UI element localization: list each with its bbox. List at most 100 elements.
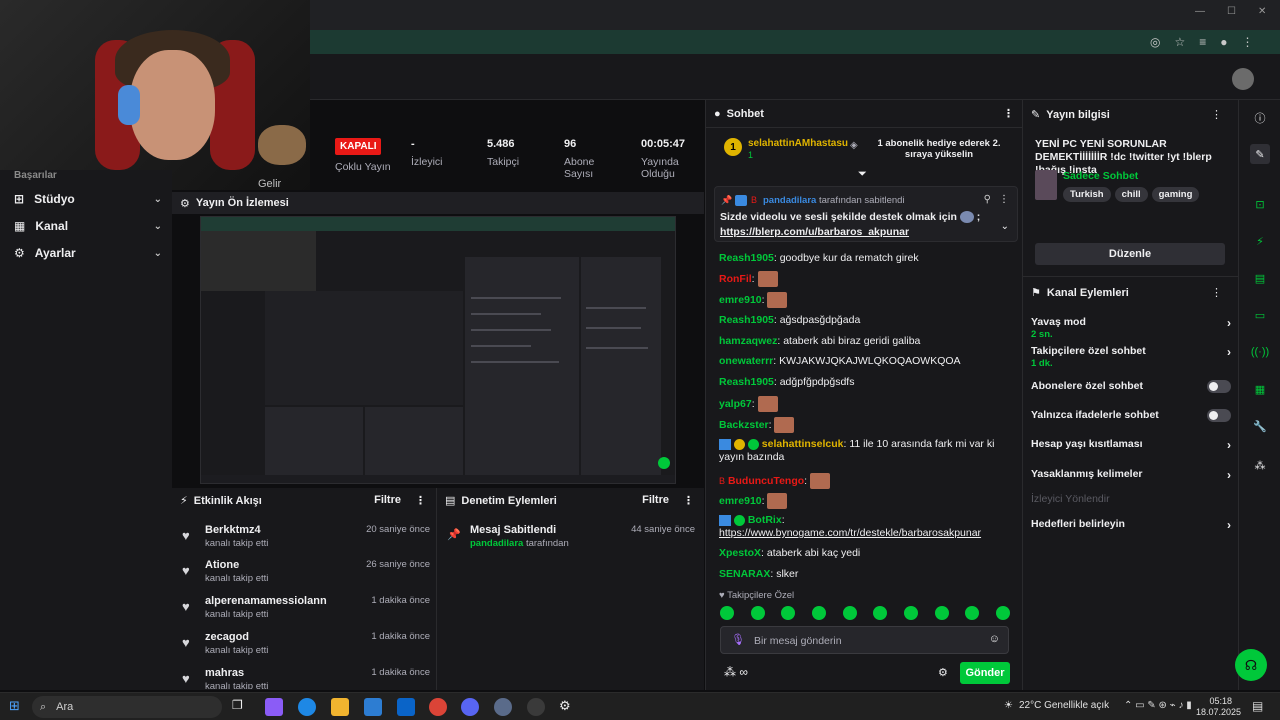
taskbar-search[interactable]: ⌕ Ara <box>32 696 222 718</box>
chat-username[interactable]: XpestoX <box>719 547 761 559</box>
kebab-menu-icon[interactable]: ⋮ <box>683 494 694 507</box>
lightning-icon[interactable]: ⚡ <box>1250 231 1270 251</box>
chat-link[interactable]: https://www.bynogame.com/tr/destekle/bar… <box>719 527 981 539</box>
copilot-icon[interactable] <box>265 698 283 716</box>
emote-icon[interactable] <box>903 606 918 620</box>
follower-name[interactable]: alperenamamessiolann <box>205 595 327 607</box>
sidebar-item-settings[interactable]: ⚙ Ayarlar ⌄ <box>14 246 162 260</box>
taskbar-weather[interactable]: ☀ 22°C Genellikle açık <box>1004 700 1109 711</box>
folder-icon[interactable] <box>331 698 349 716</box>
microphone-icon[interactable]: 🎙 <box>731 633 745 646</box>
chat-username[interactable]: selahattinselcuk <box>762 438 844 450</box>
sidebar-item-studio[interactable]: ⊞ Stüdyo ⌄ <box>14 192 162 206</box>
sidebar-item-partial[interactable]: Başarılar <box>14 170 162 181</box>
windows-start-icon[interactable]: ⊞ <box>9 698 20 714</box>
minimize-icon[interactable]: — <box>1195 6 1205 17</box>
tag[interactable]: Turkish <box>1063 187 1111 202</box>
collapse-icon[interactable]: ⏷ <box>858 168 867 181</box>
chat-username[interactable]: Backzster <box>719 419 769 431</box>
mod-user[interactable]: pandadilara <box>470 538 523 549</box>
gear-icon[interactable]: ⚙ <box>559 698 577 716</box>
kebab-menu-icon[interactable]: ⋮ <box>1211 108 1222 121</box>
gift-leaderboard[interactable]: 1 selahattinAMhastasu 1 ◈ 1 abonelik hed… <box>716 132 1016 166</box>
address-bar[interactable] <box>310 30 1280 54</box>
follower-name[interactable]: mahras <box>205 667 244 679</box>
follower-name[interactable]: Berkktmz4 <box>205 524 261 536</box>
sidebar-item-channel[interactable]: ▦ Kanal ⌄ <box>14 219 162 233</box>
document-icon[interactable]: ▤ <box>1250 268 1270 288</box>
banned-words-row[interactable]: Yasaklanmış kelimeler › <box>1031 468 1231 482</box>
outlook-icon[interactable] <box>397 698 415 716</box>
layout-icon[interactable]: ▦ <box>1250 379 1270 399</box>
emote-icon[interactable] <box>873 606 888 620</box>
pin-user[interactable]: pandadilara <box>763 195 816 206</box>
gift-user[interactable]: selahattinAMhastasu <box>748 138 848 149</box>
target-icon[interactable]: ⊡ <box>1250 194 1270 214</box>
account-age-row[interactable]: Hesap yaşı kısıtlaması › <box>1031 438 1231 452</box>
stream-preview[interactable] <box>200 216 676 484</box>
followers-chat-row[interactable]: Takipçilere özel sohbet 1 dk. › <box>1031 345 1231 369</box>
kebab-menu-icon[interactable]: ⋮ <box>1211 286 1222 299</box>
chat-username[interactable]: Reash1905 <box>719 314 774 326</box>
emote-icon[interactable] <box>934 606 949 620</box>
chat-input[interactable]: 🎙 Bir mesaj gönderin ☺ <box>720 626 1009 654</box>
maximize-icon[interactable]: ☐ <box>1227 6 1236 17</box>
pencil-icon[interactable]: ✎ <box>1250 144 1270 164</box>
chat-username[interactable]: SENARAX <box>719 568 770 580</box>
filter-button[interactable]: Filtre <box>642 494 669 507</box>
kebab-menu-icon[interactable]: ⋮ <box>415 494 426 507</box>
eye-off-icon[interactable]: ◎ <box>1150 35 1160 49</box>
emote-icon[interactable] <box>811 606 826 620</box>
send-button[interactable]: Gönder <box>960 662 1010 684</box>
wrench-icon[interactable]: 🔧 <box>1250 416 1270 436</box>
emote-chat-toggle[interactable] <box>1207 409 1231 422</box>
chat-username[interactable]: yalp67 <box>719 398 752 410</box>
chat-username[interactable]: Reash1905 <box>719 376 774 388</box>
emoji-icon[interactable]: ⁂ <box>1250 455 1270 475</box>
help-button[interactable]: ☊ <box>1235 649 1267 681</box>
broadcast-icon[interactable]: ((·)) <box>1250 342 1270 362</box>
emoji-icon[interactable]: ☺ <box>989 633 1000 645</box>
task-view-icon[interactable]: ❐ <box>232 698 250 716</box>
chat-username[interactable]: BuduncuTengo <box>728 475 804 487</box>
notification-icon[interactable]: ▤ <box>1252 699 1263 713</box>
follower-name[interactable]: Atione <box>205 559 239 571</box>
goals-row[interactable]: Hedefleri belirleyin › <box>1031 518 1231 532</box>
tag[interactable]: gaming <box>1151 187 1200 202</box>
system-tray-icons[interactable]: ⌃ ▭ ✎ ⊛ ⌁ ♪ ▮ <box>1124 700 1192 711</box>
chat-username[interactable]: onewaterrr <box>719 355 773 367</box>
obs-icon[interactable] <box>527 698 545 716</box>
close-icon[interactable]: ✕ <box>1258 6 1266 17</box>
discord-icon[interactable] <box>461 698 479 716</box>
gear-icon[interactable]: ⚙ <box>938 666 948 679</box>
emote-icon[interactable] <box>995 606 1010 620</box>
avatar[interactable] <box>1232 68 1254 90</box>
chat-bubble-icon[interactable]: ▭ <box>1250 305 1270 325</box>
emote-icon[interactable] <box>781 606 796 620</box>
unpin-icon[interactable]: ⚲ <box>984 194 991 205</box>
emote-icon[interactable] <box>750 606 765 620</box>
category-link[interactable]: Sadece Sohbet <box>1063 170 1138 182</box>
infinity-icon[interactable]: ⁂ ∞ <box>724 665 748 679</box>
kebab-menu-icon[interactable]: ⋮ <box>999 194 1009 205</box>
chat-username[interactable]: hamzaqwez <box>719 335 777 347</box>
tag[interactable]: chill <box>1114 187 1148 202</box>
edge-icon[interactable] <box>298 698 316 716</box>
chat-username[interactable]: BotRix <box>748 514 782 526</box>
taskbar-clock[interactable]: 05:18 18.07.2025 <box>1196 696 1241 718</box>
app-icon[interactable] <box>494 698 512 716</box>
chrome-icon[interactable] <box>429 698 447 716</box>
store-icon[interactable] <box>364 698 382 716</box>
chat-username[interactable]: emre910 <box>719 495 762 507</box>
subs-chat-toggle[interactable] <box>1207 380 1231 393</box>
info-icon[interactable]: ⓘ <box>1250 108 1270 128</box>
kebab-menu-icon[interactable]: ⋮ <box>1242 35 1254 49</box>
edit-button[interactable]: Düzenle <box>1035 243 1225 265</box>
chat-username[interactable]: emre910 <box>719 294 762 306</box>
playlist-icon[interactable]: ≡ <box>1199 35 1206 49</box>
emote-icon[interactable] <box>720 606 734 620</box>
follower-name[interactable]: zecagod <box>205 631 249 643</box>
kebab-menu-icon[interactable]: ⋮ <box>1003 107 1014 120</box>
pin-link[interactable]: https://blerp.com/u/barbaros_akpunar <box>720 226 909 238</box>
emote-icon[interactable] <box>842 606 857 620</box>
